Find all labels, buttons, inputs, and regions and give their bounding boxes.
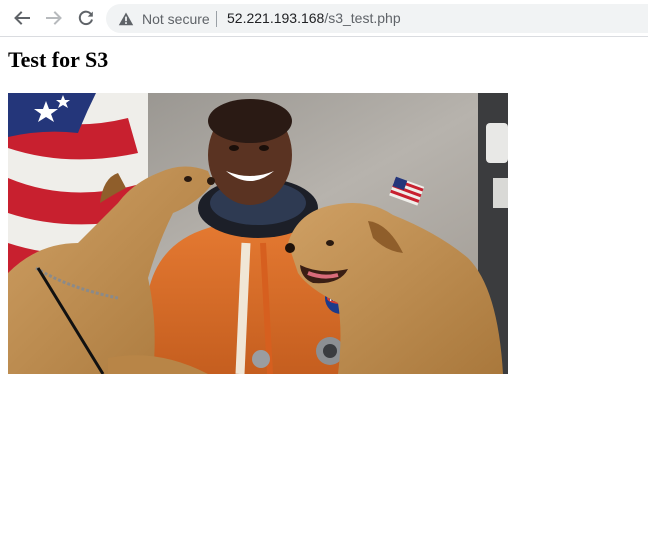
address-bar[interactable]: Not secure 52.221.193.168/s3_test.php: [106, 4, 648, 33]
reload-button[interactable]: [74, 6, 98, 30]
forward-button[interactable]: [42, 6, 66, 30]
page-content: Test for S3: [0, 38, 648, 553]
reload-icon: [78, 10, 93, 26]
warning-triangle-icon: [118, 12, 134, 25]
page-title: Test for S3: [8, 47, 109, 72]
arrow-right-icon: [46, 11, 62, 25]
url-text[interactable]: 52.221.193.168/s3_test.php: [227, 4, 401, 33]
not-secure-label: Not secure: [142, 10, 210, 27]
back-button[interactable]: [10, 6, 34, 30]
url-path: /s3_test.php: [324, 10, 401, 26]
address-divider: [216, 11, 217, 27]
url-host: 52.221.193.168: [227, 10, 325, 26]
astronaut-with-dogs-image: NASA: [8, 93, 508, 374]
arrow-left-icon: [14, 11, 30, 25]
security-indicator[interactable]: Not secure: [118, 4, 210, 33]
browser-toolbar: Not secure 52.221.193.168/s3_test.php: [0, 0, 648, 37]
